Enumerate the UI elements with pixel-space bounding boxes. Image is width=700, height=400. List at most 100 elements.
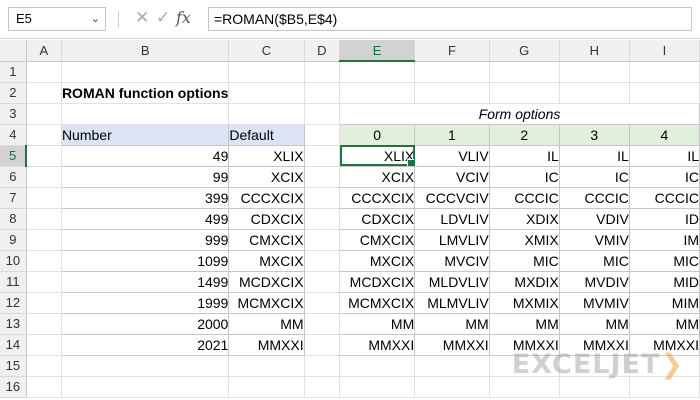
cell-a2[interactable]	[26, 82, 62, 104]
roman-form-cell[interactable]: IL	[558, 144, 630, 167]
cell-a4[interactable]	[26, 124, 62, 146]
cell-d7[interactable]	[304, 187, 341, 209]
cell-h1[interactable]	[559, 61, 630, 83]
column-header-b[interactable]: B	[61, 40, 230, 62]
cell-g16[interactable]	[489, 376, 560, 398]
cell-e2[interactable]	[339, 82, 416, 104]
roman-form-cell[interactable]: MMXXI	[558, 333, 630, 356]
cell-d4[interactable]	[304, 124, 341, 146]
roman-form-cell[interactable]: IC	[628, 165, 700, 188]
roman-form-cell[interactable]: XDIX	[488, 207, 560, 230]
cell-h15[interactable]	[559, 355, 630, 377]
roman-form-cell[interactable]: MVCIV	[414, 249, 490, 272]
default-roman-cell[interactable]: MM	[228, 312, 305, 335]
row-header-9[interactable]: 9	[0, 229, 27, 251]
cell-c3[interactable]	[228, 103, 305, 125]
roman-form-cell[interactable]: MM	[488, 312, 560, 335]
header-default[interactable]: Default	[228, 123, 305, 146]
cell-b3[interactable]	[61, 103, 230, 125]
cell-g1[interactable]	[489, 61, 560, 83]
name-box[interactable]: E5 ⌄	[8, 7, 106, 31]
row-header-10[interactable]: 10	[0, 250, 27, 272]
cell-b15[interactable]	[61, 355, 230, 377]
roman-form-cell[interactable]: CCCIC	[488, 186, 560, 209]
cell-d15[interactable]	[304, 355, 341, 377]
cell-a16[interactable]	[26, 376, 62, 398]
cell-f15[interactable]	[414, 355, 490, 377]
active-cell-e5[interactable]: XLIX	[339, 144, 416, 167]
form-header-1[interactable]: 1	[414, 123, 490, 146]
cell-d6[interactable]	[304, 166, 341, 188]
form-header-2[interactable]: 2	[488, 123, 560, 146]
row-header-7[interactable]: 7	[0, 187, 27, 209]
cell-h16[interactable]	[559, 376, 630, 398]
roman-form-cell[interactable]: CCCVCIV	[414, 186, 490, 209]
column-header-c[interactable]: C	[228, 40, 305, 62]
row-header-8[interactable]: 8	[0, 208, 27, 230]
row-header-1[interactable]: 1	[0, 61, 27, 83]
column-header-e[interactable]: E	[339, 40, 416, 62]
number-cell[interactable]: 1999	[60, 291, 230, 314]
roman-form-cell[interactable]: IL	[488, 144, 560, 167]
cell-b16[interactable]	[61, 376, 230, 398]
cell-h2[interactable]	[559, 82, 630, 104]
cell-d9[interactable]	[304, 229, 341, 251]
cell-e15[interactable]	[339, 355, 416, 377]
row-header-13[interactable]: 13	[0, 313, 27, 335]
cell-a10[interactable]	[26, 250, 62, 272]
roman-form-cell[interactable]: MID	[628, 270, 700, 293]
roman-form-cell[interactable]: CCCXCIX	[339, 186, 416, 209]
row-header-4[interactable]: 4	[0, 124, 27, 146]
cell-a12[interactable]	[26, 292, 62, 314]
cell-e1[interactable]	[339, 61, 416, 83]
column-header-a[interactable]: A	[26, 40, 62, 62]
column-header-f[interactable]: F	[414, 40, 490, 62]
roman-form-cell[interactable]: MCDXCIX	[339, 270, 416, 293]
cell-d16[interactable]	[304, 376, 341, 398]
roman-form-cell[interactable]: MVMIV	[558, 291, 630, 314]
form-header-3[interactable]: 3	[558, 123, 630, 146]
formula-input[interactable]: =ROMAN($B5,E$4)	[208, 7, 692, 31]
row-header-2[interactable]: 2	[0, 82, 27, 104]
roman-form-cell[interactable]: MCMXCIX	[339, 291, 416, 314]
default-roman-cell[interactable]: XLIX	[228, 144, 305, 167]
cell-a3[interactable]	[26, 103, 62, 125]
roman-form-cell[interactable]: MLMVLIV	[414, 291, 490, 314]
cell-d10[interactable]	[304, 250, 341, 272]
roman-form-cell[interactable]: LDVLIV	[414, 207, 490, 230]
roman-form-cell[interactable]: MXMIX	[488, 291, 560, 314]
select-all-corner[interactable]	[0, 40, 27, 62]
cell-i16[interactable]	[629, 376, 700, 398]
number-cell[interactable]: 99	[60, 165, 230, 188]
cell-c16[interactable]	[228, 376, 305, 398]
cell-d5[interactable]	[304, 145, 341, 167]
cell-a8[interactable]	[26, 208, 62, 230]
form-options-title[interactable]: Form options	[339, 102, 700, 125]
row-header-14[interactable]: 14	[0, 334, 27, 356]
cell-d3[interactable]	[304, 103, 341, 125]
cell-i1[interactable]	[629, 61, 700, 83]
cell-a7[interactable]	[26, 187, 62, 209]
default-roman-cell[interactable]: MMXXI	[228, 333, 305, 356]
roman-form-cell[interactable]: CCCIC	[628, 186, 700, 209]
enter-icon[interactable]: ✓	[156, 8, 170, 28]
cell-a14[interactable]	[26, 334, 62, 356]
chevron-down-icon[interactable]: ⌄	[91, 8, 100, 30]
row-header-3[interactable]: 3	[0, 103, 27, 125]
number-cell[interactable]: 1499	[60, 270, 230, 293]
roman-form-cell[interactable]: IC	[558, 165, 630, 188]
roman-form-cell[interactable]: MMXXI	[414, 333, 490, 356]
number-cell[interactable]: 49	[60, 144, 230, 167]
number-cell[interactable]: 2021	[60, 333, 230, 356]
cell-d8[interactable]	[304, 208, 341, 230]
cell-g15[interactable]	[489, 355, 560, 377]
number-cell[interactable]: 2000	[60, 312, 230, 335]
roman-form-cell[interactable]: MMXXI	[488, 333, 560, 356]
form-header-4[interactable]: 4	[628, 123, 700, 146]
cell-f16[interactable]	[414, 376, 490, 398]
roman-form-cell[interactable]: MXDIX	[488, 270, 560, 293]
sheet-title[interactable]: ROMAN function options	[61, 82, 230, 104]
row-header-16[interactable]: 16	[0, 376, 27, 398]
roman-form-cell[interactable]: MM	[558, 312, 630, 335]
default-roman-cell[interactable]: CDXCIX	[228, 207, 305, 230]
